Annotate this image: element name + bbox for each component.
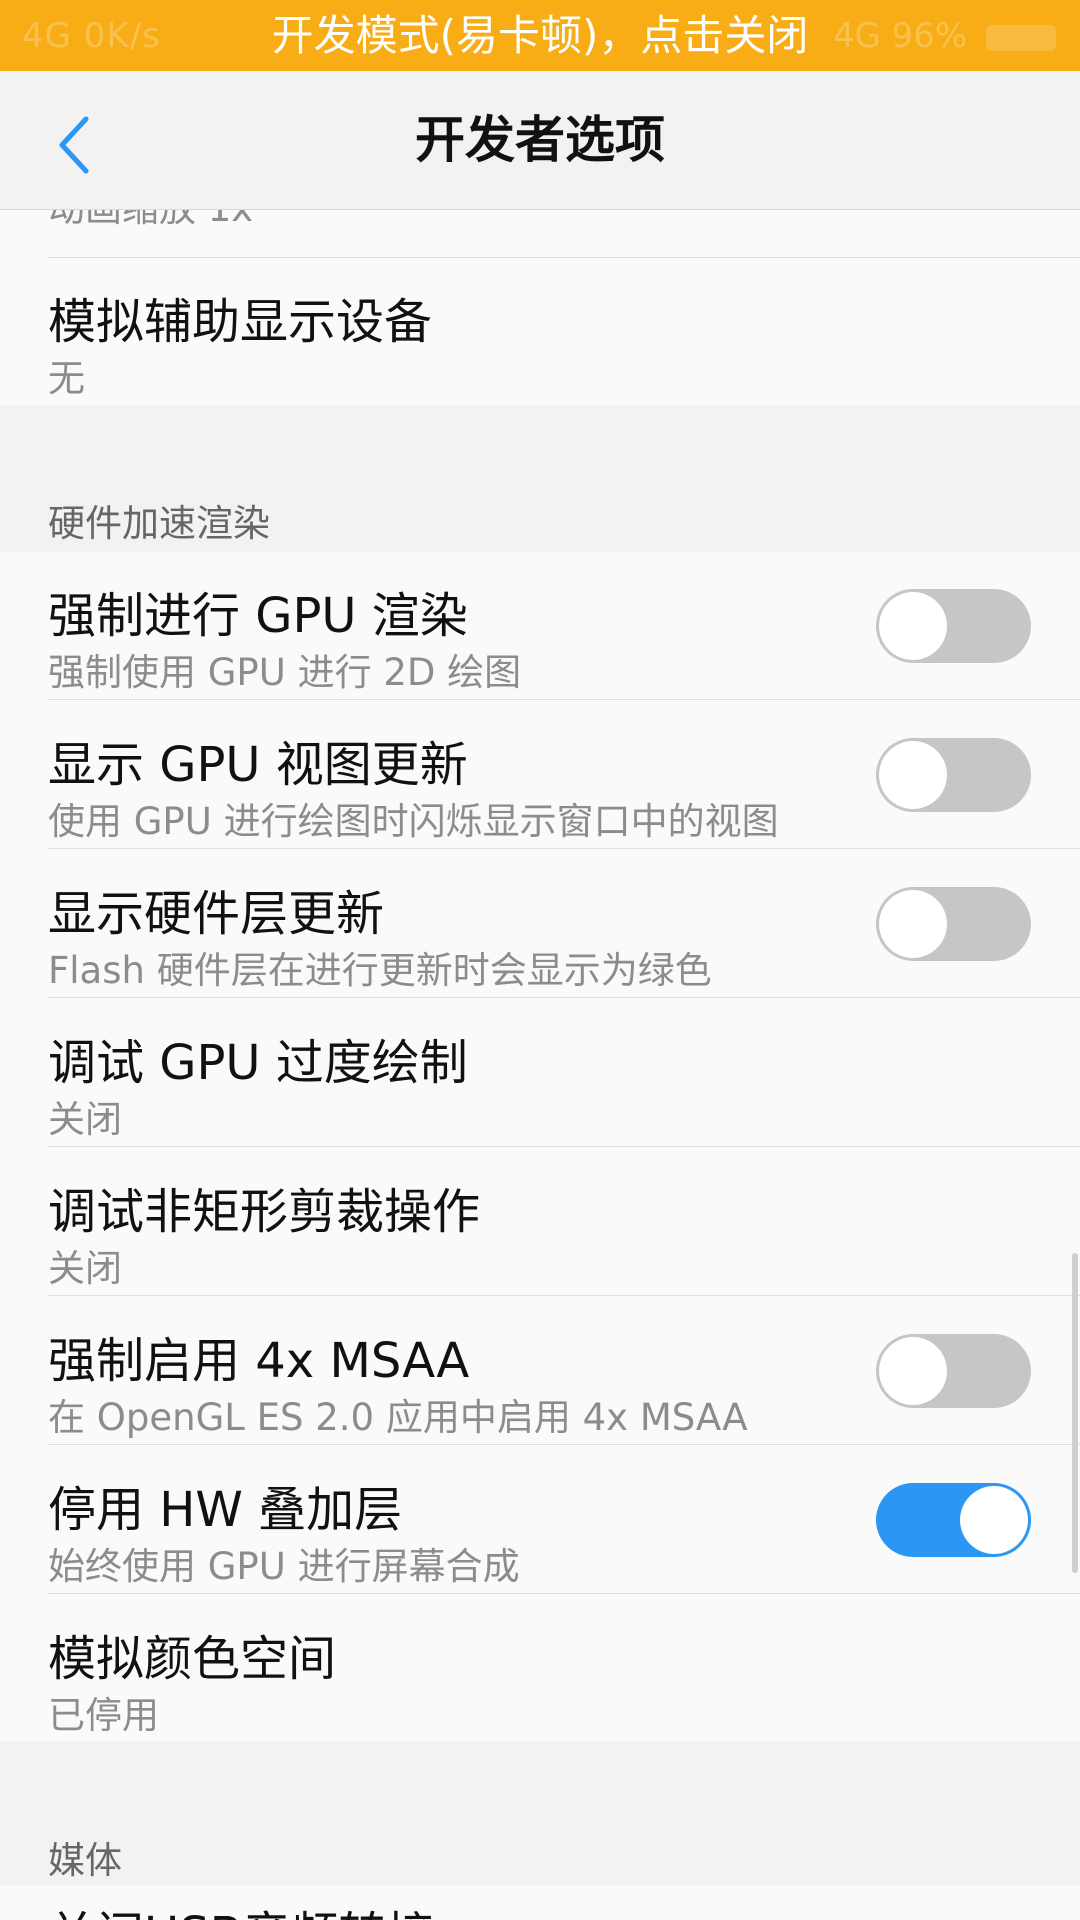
dev-mode-banner-text: 开发模式(易卡顿)，点击关闭 xyxy=(271,11,809,60)
display-card: 动画缩放 1x 模拟辅助显示设备 无 xyxy=(0,210,1080,405)
dev-mode-banner[interactable]: 4G 0K/s 4G 96% 开发模式(易卡顿)，点击关闭 xyxy=(0,0,1080,71)
debug-gpu-overdraw-item[interactable]: 调试 GPU 过度绘制 关闭 xyxy=(0,999,1080,1147)
row-title: 调试非矩形剪裁操作 xyxy=(48,1184,481,1240)
row-subtitle: Flash 硬件层在进行更新时会显示为绿色 xyxy=(48,949,712,992)
divider xyxy=(48,699,1080,700)
show-gpu-view-updates-item[interactable]: 显示 GPU 视图更新 使用 GPU 进行绘图时闪烁显示窗口中的视图 xyxy=(0,701,1080,849)
show-hardware-layer-updates-item[interactable]: 显示硬件层更新 Flash 硬件层在进行更新时会显示为绿色 xyxy=(0,850,1080,998)
toggle-knob xyxy=(879,890,947,958)
force-gpu-rendering-toggle[interactable] xyxy=(876,589,1031,663)
force-gpu-rendering-item[interactable]: 强制进行 GPU 渲染 强制使用 GPU 进行 2D 绘图 xyxy=(0,552,1080,700)
divider xyxy=(48,997,1080,998)
disable-usb-audio-routing-item[interactable]: 关闭USB音频转接 xyxy=(48,1895,435,1920)
row-subtitle: 无 xyxy=(48,357,85,400)
section-header-media: 媒体 xyxy=(48,1839,122,1882)
toggle-knob xyxy=(879,592,947,660)
show-hardware-layer-updates-toggle[interactable] xyxy=(876,887,1031,961)
toggle-knob xyxy=(879,741,947,809)
show-gpu-view-updates-toggle[interactable] xyxy=(876,738,1031,812)
settings-list[interactable]: 动画缩放 1x 模拟辅助显示设备 无 硬件加速渲染 强制进行 GPU 渲染 强制… xyxy=(0,210,1080,1920)
section-header-hardware: 硬件加速渲染 xyxy=(48,502,270,545)
row-title: 强制进行 GPU 渲染 xyxy=(48,588,468,644)
disable-hw-overlays-item[interactable]: 停用 HW 叠加层 始终使用 GPU 进行屏幕合成 xyxy=(0,1446,1080,1594)
media-card: 关闭USB音频转接 xyxy=(0,1885,1080,1920)
divider xyxy=(48,848,1080,849)
row-title: 显示硬件层更新 xyxy=(48,886,385,942)
row-subtitle: 强制使用 GPU 进行 2D 绘图 xyxy=(48,651,522,694)
row-title: 停用 HW 叠加层 xyxy=(48,1482,403,1538)
row-title: 强制启用 4x MSAA xyxy=(48,1333,470,1389)
divider xyxy=(48,1444,1080,1445)
row-subtitle: 始终使用 GPU 进行屏幕合成 xyxy=(48,1545,520,1588)
divider xyxy=(48,1295,1080,1296)
developer-options-screen: 4G 0K/s 4G 96% 开发模式(易卡顿)，点击关闭 开发者选项 动画缩放… xyxy=(0,0,1080,1920)
row-subtitle: 已停用 xyxy=(48,1694,159,1737)
hardware-card: 强制进行 GPU 渲染 强制使用 GPU 进行 2D 绘图 显示 GPU 视图更… xyxy=(0,552,1080,1742)
force-4x-msaa-item[interactable]: 强制启用 4x MSAA 在 OpenGL ES 2.0 应用中启用 4x MS… xyxy=(0,1297,1080,1445)
scrollbar[interactable] xyxy=(1072,1253,1078,1573)
debug-non-rect-clip-item[interactable]: 调试非矩形剪裁操作 关闭 xyxy=(0,1148,1080,1296)
row-title: 显示 GPU 视图更新 xyxy=(48,737,468,793)
row-subtitle: 关闭 xyxy=(48,1247,122,1290)
row-title: 调试 GPU 过度绘制 xyxy=(48,1035,468,1091)
row-title: 模拟辅助显示设备 xyxy=(48,294,433,350)
row-subtitle: 在 OpenGL ES 2.0 应用中启用 4x MSAA xyxy=(48,1396,748,1439)
animation-scale-value: 动画缩放 1x xyxy=(48,210,253,232)
disable-hw-overlays-toggle[interactable] xyxy=(876,1483,1031,1557)
toggle-knob xyxy=(960,1486,1028,1554)
divider xyxy=(48,1593,1080,1594)
page-title: 开发者选项 xyxy=(415,111,665,169)
simulate-color-space-item[interactable]: 模拟颜色空间 已停用 xyxy=(0,1595,1080,1743)
row-subtitle: 使用 GPU 进行绘图时闪烁显示窗口中的视图 xyxy=(48,800,779,843)
force-4x-msaa-toggle[interactable] xyxy=(876,1334,1031,1408)
row-title: 模拟颜色空间 xyxy=(48,1631,337,1687)
title-bar: 开发者选项 xyxy=(0,71,1080,210)
simulate-secondary-display-item[interactable]: 模拟辅助显示设备 无 xyxy=(0,258,1080,406)
divider xyxy=(48,1146,1080,1147)
toggle-knob xyxy=(879,1337,947,1405)
row-subtitle: 关闭 xyxy=(48,1098,122,1141)
